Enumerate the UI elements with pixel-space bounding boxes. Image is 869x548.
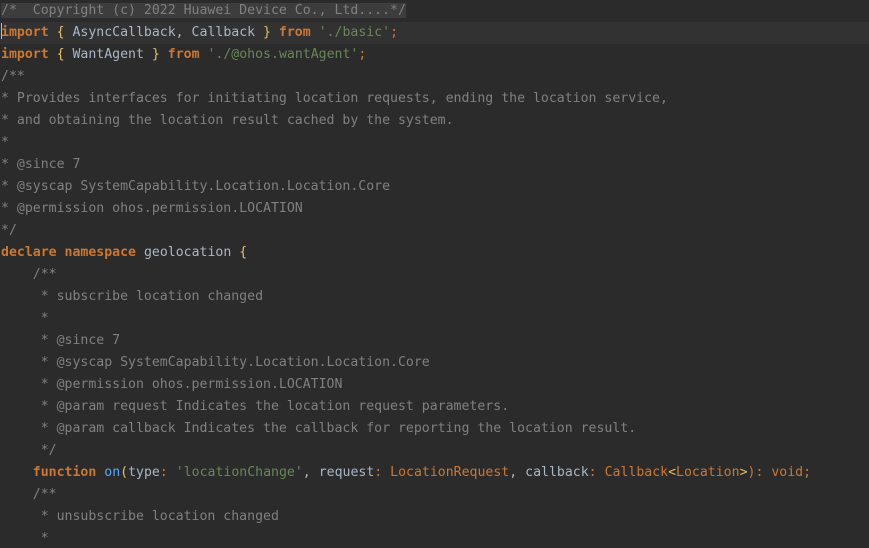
semicolon: ; [803, 465, 812, 480]
code-line-comment[interactable]: * Provides interfaces for initiating loc… [0, 88, 869, 110]
code-line-comment[interactable]: * @syscap SystemCapability.Location.Loca… [0, 352, 869, 374]
brace-close: } [143, 47, 168, 62]
import-names: AsyncCallback, Callback [72, 25, 256, 40]
code-line-header[interactable]: /* Copyright (c) 2022 Huawei Device Co.,… [0, 0, 869, 22]
code-editor[interactable]: /* Copyright (c) 2022 Huawei Device Co.,… [0, 0, 869, 548]
code-line-comment[interactable]: * [0, 308, 869, 330]
param-request: request [318, 465, 375, 480]
code-line-comment[interactable]: * [0, 528, 869, 548]
code-line-comment[interactable]: /** [0, 484, 869, 506]
import-path: './@ohos.wantAgent' [207, 47, 359, 62]
namespace-name: geolocation [143, 245, 232, 260]
code-line-comment[interactable]: * and obtaining the location result cach… [0, 110, 869, 132]
code-line-comment[interactable]: * @since 7 [0, 154, 869, 176]
import-names: WantAgent [72, 47, 144, 62]
keyword-function: function [32, 465, 97, 480]
keyword-import: import [1, 25, 49, 40]
code-line-comment[interactable]: /** [0, 66, 869, 88]
type-location-request: LocationRequest [390, 465, 510, 480]
keyword-from: from [167, 47, 200, 62]
code-line-comment[interactable]: */ [0, 440, 869, 462]
param-type: type [128, 465, 160, 480]
comma: , [302, 465, 319, 480]
colon: : [588, 465, 605, 480]
brace-open: { [239, 245, 248, 260]
colon: : [159, 465, 176, 480]
code-line-comment[interactable]: * @permission ohos.permission.LOCATION [0, 198, 869, 220]
paren-close: ): [747, 465, 772, 480]
code-line-function[interactable]: function on(type: 'locationChange', requ… [0, 462, 869, 484]
brace-open: { [48, 25, 73, 40]
keyword-import: import [1, 47, 49, 62]
code-line-comment[interactable]: * @param callback Indicates the callback… [0, 418, 869, 440]
code-line-comment[interactable]: * [0, 132, 869, 154]
code-line-import-2[interactable]: import { WantAgent } from './@ohos.wantA… [0, 44, 869, 66]
comma: , [509, 465, 526, 480]
code-line-import-1[interactable]: import { AsyncCallback, Callback } from … [0, 22, 869, 44]
folded-copyright-comment[interactable]: /* Copyright (c) 2022 Huawei Device Co.,… [1, 3, 406, 18]
paren-open: ( [120, 465, 129, 480]
code-line-comment[interactable]: * @permission ohos.permission.LOCATION [0, 374, 869, 396]
type-callback: Callback [604, 465, 669, 480]
colon: : [374, 465, 391, 480]
angle-close: > [739, 465, 748, 480]
brace-close: } [255, 25, 279, 40]
code-line-comment[interactable]: /** [0, 264, 869, 286]
param-callback: callback [525, 465, 589, 480]
return-type-void: void [771, 465, 804, 480]
keyword-declare: declare [1, 245, 57, 260]
code-line-comment[interactable]: */ [0, 220, 869, 242]
semicolon: ; [358, 47, 367, 62]
code-line-comment[interactable]: * @since 7 [0, 330, 869, 352]
code-line-declare[interactable]: declare namespace geolocation { [0, 242, 869, 264]
type-location: Location [676, 465, 740, 480]
code-line-comment[interactable]: * @syscap SystemCapability.Location.Loca… [0, 176, 869, 198]
brace-open: { [48, 47, 73, 62]
code-line-comment[interactable]: * unsubscribe location changed [0, 506, 869, 528]
keyword-from: from [278, 25, 311, 40]
import-path: './basic' [318, 25, 391, 40]
semicolon: ; [390, 25, 399, 40]
angle-open: < [668, 465, 677, 480]
param-type-value: 'locationChange' [175, 465, 303, 480]
code-line-comment[interactable]: * @param request Indicates the location … [0, 396, 869, 418]
code-line-comment[interactable]: * subscribe location changed [0, 286, 869, 308]
function-name: on [104, 465, 121, 480]
keyword-namespace: namespace [64, 245, 136, 260]
